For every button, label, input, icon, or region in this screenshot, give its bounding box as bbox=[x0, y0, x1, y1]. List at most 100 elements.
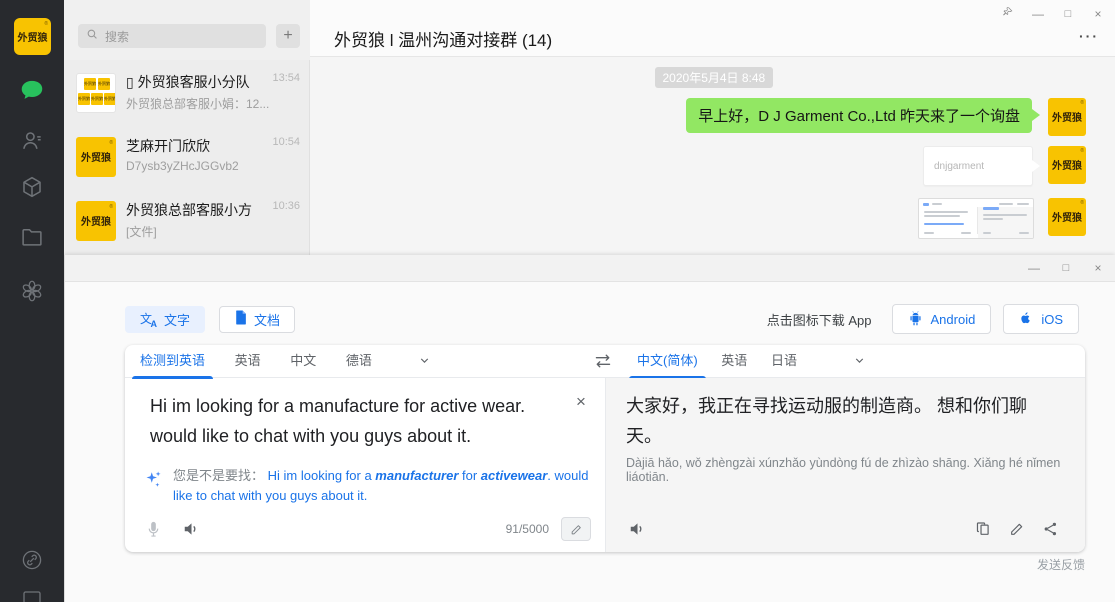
microphone-icon[interactable] bbox=[145, 519, 162, 539]
message-row: dnjgarment 外贸狼 ® bbox=[923, 146, 1086, 186]
download-hint: 点击图标下载 App bbox=[767, 310, 872, 329]
tab-detected-language[interactable]: 检测到英语 bbox=[140, 345, 205, 378]
date-chip: 2020年5月4日 8:48 bbox=[655, 67, 774, 88]
document-mode-label: 文档 bbox=[254, 310, 280, 329]
android-icon bbox=[908, 310, 923, 329]
text-mode-button[interactable]: 文A 文字 bbox=[125, 306, 205, 333]
android-label: Android bbox=[931, 312, 976, 327]
pin-icon[interactable] bbox=[999, 5, 1017, 23]
image-message-thumbnail[interactable] bbox=[918, 198, 1034, 239]
flower-icon bbox=[19, 278, 45, 304]
avatar-text: 外贸狼 bbox=[1048, 157, 1086, 172]
sender-avatar[interactable]: 外贸狼 ® bbox=[1048, 98, 1086, 136]
translator-window: — □ × 文A 文字 文档 点击图标下载 App Android bbox=[64, 255, 1115, 602]
avatar-text: 外贸狼 bbox=[76, 149, 116, 164]
sidebar-item-contacts[interactable] bbox=[0, 128, 64, 154]
search-input[interactable]: 搜索 bbox=[78, 24, 266, 48]
target-footer bbox=[628, 516, 1059, 542]
registered-mark: ® bbox=[109, 140, 113, 146]
chat-time: 10:36 bbox=[272, 200, 300, 212]
chat-last-message: [文件] bbox=[126, 223, 298, 240]
chat-list-item[interactable]: 外贸狼 ® 芝麻开门欣欣 D7ysb3yZHcJGGvb2 10:54 bbox=[64, 126, 310, 190]
suggestion-row: 您是不是要找： Hi im looking for a manufacturer… bbox=[145, 466, 589, 506]
document-mode-button[interactable]: 文档 bbox=[219, 306, 295, 333]
target-panel: 大家好，我正在寻找运动服的制造商。 想和你们聊天。 Dàjiā hǎo, wǒ … bbox=[605, 378, 1085, 552]
chat-time: 13:54 bbox=[272, 72, 300, 84]
speaker-icon[interactable] bbox=[182, 520, 201, 538]
clear-text-button[interactable]: × bbox=[569, 390, 593, 414]
speaker-icon[interactable] bbox=[628, 520, 647, 538]
add-chat-button[interactable]: + bbox=[276, 24, 300, 48]
tab-japanese[interactable]: 日语 bbox=[771, 345, 797, 378]
avatar-text: 外贸狼 bbox=[1048, 209, 1086, 224]
registered-mark: ® bbox=[109, 204, 113, 210]
chat-header: 外贸狼 l 温州沟通对接群 (14) — □ × ··· bbox=[310, 0, 1115, 57]
link-circle-icon bbox=[20, 548, 44, 572]
chevron-down-icon[interactable] bbox=[853, 354, 866, 370]
folder-icon bbox=[19, 224, 45, 250]
suggestion-text: 您是不是要找： Hi im looking for a manufacturer… bbox=[173, 466, 589, 506]
app-sidebar: 外贸狼 ® bbox=[0, 0, 64, 602]
chat-list-item-group[interactable]: 外贸狼 外贸狼 外贸狼 外贸狼 外贸狼 ▯ 外贸狼客服小分队 外贸狼总部客服小娟… bbox=[64, 62, 310, 126]
translate-card: 检测到英语 英语 中文 德语 中文(简体) 英语 日语 bbox=[125, 345, 1085, 552]
sidebar-item-products[interactable] bbox=[0, 174, 64, 200]
close-button[interactable]: × bbox=[1089, 5, 1107, 23]
source-language-tabs: 检测到英语 英语 中文 德语 bbox=[140, 345, 431, 378]
tab-chinese-simplified[interactable]: 中文(简体) bbox=[637, 345, 698, 378]
minimize-button[interactable]: — bbox=[1025, 259, 1043, 277]
char-count: 91/5000 bbox=[506, 522, 549, 536]
text-message-bubble: 早上好，D J Garment Co.,Ltd 昨天来了一个询盘 bbox=[686, 98, 1032, 133]
group-avatar: 外贸狼 外贸狼 外贸狼 外贸狼 外贸狼 bbox=[76, 73, 116, 113]
minimize-button[interactable]: — bbox=[1029, 5, 1047, 23]
swap-languages-icon[interactable] bbox=[593, 352, 613, 373]
sidebar-item-devices[interactable] bbox=[0, 590, 64, 602]
sender-avatar[interactable]: 外贸狼 ® bbox=[1048, 146, 1086, 184]
contact-avatar: 外贸狼 ® bbox=[76, 137, 116, 177]
translator-titlebar: — □ × bbox=[65, 255, 1115, 282]
tab-chinese[interactable]: 中文 bbox=[290, 345, 316, 378]
chat-title: 外贸狼总部客服小方 bbox=[126, 200, 266, 220]
handwriting-icon[interactable] bbox=[561, 517, 591, 541]
group-avatar-tile: 外贸狼 bbox=[84, 78, 96, 90]
send-feedback-link[interactable]: 发送反馈 bbox=[1037, 556, 1085, 573]
tab-english[interactable]: 英语 bbox=[721, 345, 747, 378]
chevron-down-icon[interactable] bbox=[418, 354, 431, 370]
chat-last-message: 外贸狼总部客服小娟：12... bbox=[126, 95, 298, 112]
pinyin-text: Dàjiā hǎo, wǒ zhèngzài xúnzhǎo yùndòng f… bbox=[626, 456, 1061, 484]
search-placeholder: 搜索 bbox=[105, 28, 129, 45]
group-avatar-tile: 外贸狼 bbox=[78, 93, 90, 105]
link-card-message[interactable]: dnjgarment bbox=[923, 146, 1033, 186]
tab-english[interactable]: 英语 bbox=[235, 345, 261, 378]
sidebar-item-files[interactable] bbox=[0, 224, 64, 250]
target-language-tabs: 中文(简体) 英语 日语 bbox=[637, 345, 866, 378]
contacts-icon bbox=[19, 128, 45, 154]
group-avatar-tile: 外贸狼 bbox=[98, 78, 110, 90]
source-text-input[interactable]: Hi im looking for a manufacture for acti… bbox=[150, 391, 557, 451]
share-icon[interactable] bbox=[1042, 520, 1059, 538]
tab-german[interactable]: 德语 bbox=[346, 345, 372, 378]
app-window: 外贸狼 ® bbox=[0, 0, 1115, 602]
chat-group-title: 外贸狼 l 温州沟通对接群 (14) bbox=[334, 26, 552, 51]
text-mode-label: 文字 bbox=[164, 310, 190, 329]
sidebar-item-link[interactable] bbox=[0, 548, 64, 572]
app-logo[interactable]: 外贸狼 ® bbox=[14, 18, 51, 55]
window-controls: — □ × bbox=[999, 5, 1107, 23]
avatar-text: 外贸狼 bbox=[76, 213, 116, 228]
sidebar-item-apps[interactable] bbox=[0, 278, 64, 304]
android-download-button[interactable]: Android bbox=[892, 304, 992, 334]
sidebar-item-chats[interactable] bbox=[0, 76, 64, 104]
close-button[interactable]: × bbox=[1089, 259, 1107, 277]
source-footer: 91/5000 bbox=[145, 516, 591, 542]
search-row: 搜索 + bbox=[64, 0, 310, 60]
sender-avatar[interactable]: 外贸狼 ® bbox=[1048, 198, 1086, 236]
maximize-button[interactable]: □ bbox=[1059, 5, 1077, 23]
copy-icon[interactable] bbox=[975, 520, 992, 538]
chat-more-button[interactable]: ··· bbox=[1079, 28, 1099, 44]
ios-label: iOS bbox=[1041, 312, 1063, 327]
message-row: 外贸狼 ® bbox=[918, 198, 1086, 239]
ios-download-button[interactable]: iOS bbox=[1003, 304, 1079, 334]
edit-icon[interactable] bbox=[1009, 520, 1025, 538]
group-avatar-tile: 外贸狼 bbox=[91, 93, 103, 105]
maximize-button[interactable]: □ bbox=[1057, 259, 1075, 277]
chat-list-item[interactable]: 外贸狼 ® 外贸狼总部客服小方 [文件] 10:36 bbox=[64, 190, 310, 254]
